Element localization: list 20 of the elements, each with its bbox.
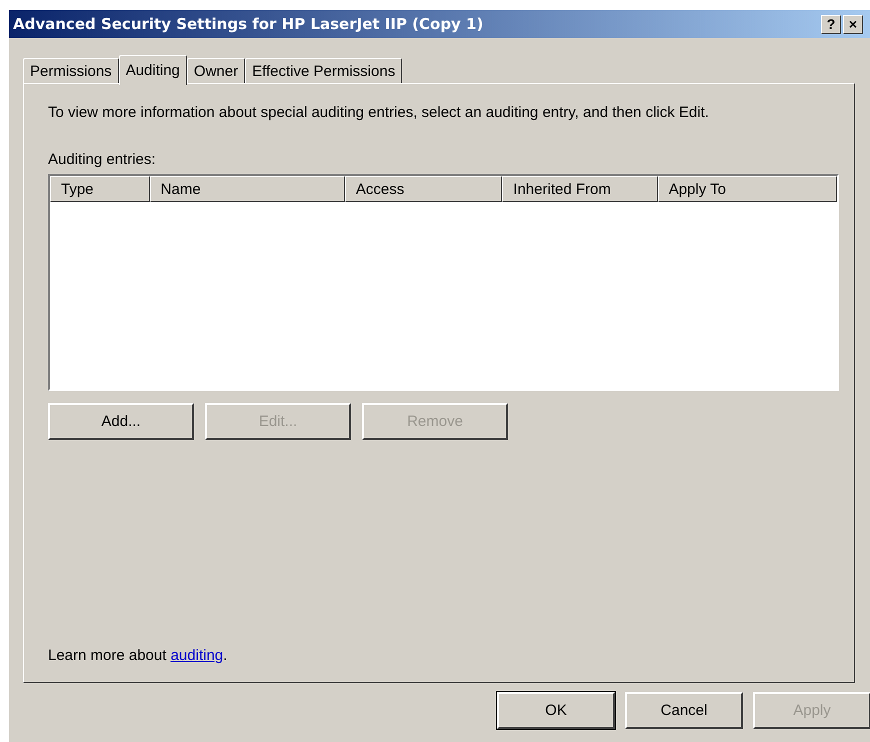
list-button[interactable]: Add... <box>48 403 194 440</box>
auditing-entries-list[interactable]: Type Name Access Inherited From Apply To <box>48 174 839 391</box>
column-header[interactable]: Name <box>150 176 345 202</box>
column-header[interactable]: Access <box>344 176 502 202</box>
dialog-button[interactable]: OK <box>497 692 615 729</box>
tab[interactable]: Auditing <box>118 55 187 85</box>
tab[interactable]: Permissions <box>23 58 119 83</box>
tab[interactable]: Owner <box>186 58 246 83</box>
column-header[interactable]: Inherited From <box>502 176 658 202</box>
tab[interactable]: Effective Permissions <box>245 58 402 83</box>
close-button[interactable]: × <box>843 14 863 34</box>
learn-more-text: Learn more about auditing. <box>48 647 228 664</box>
list-label: Auditing entries: <box>48 151 157 168</box>
window-title: Advanced Security Settings for HP LaserJet IIP (Copy 1) <box>13 15 484 33</box>
auditing-link[interactable]: auditing <box>170 647 224 664</box>
column-header[interactable]: Apply To <box>658 176 837 202</box>
column-header[interactable]: Type <box>50 176 150 202</box>
dialog-button[interactable]: Cancel <box>625 692 743 729</box>
instructions-text: To view more information about special auditing entries, select an auditing entry, and then click Edit. <box>48 104 710 121</box>
help-button[interactable]: ? <box>821 14 841 34</box>
